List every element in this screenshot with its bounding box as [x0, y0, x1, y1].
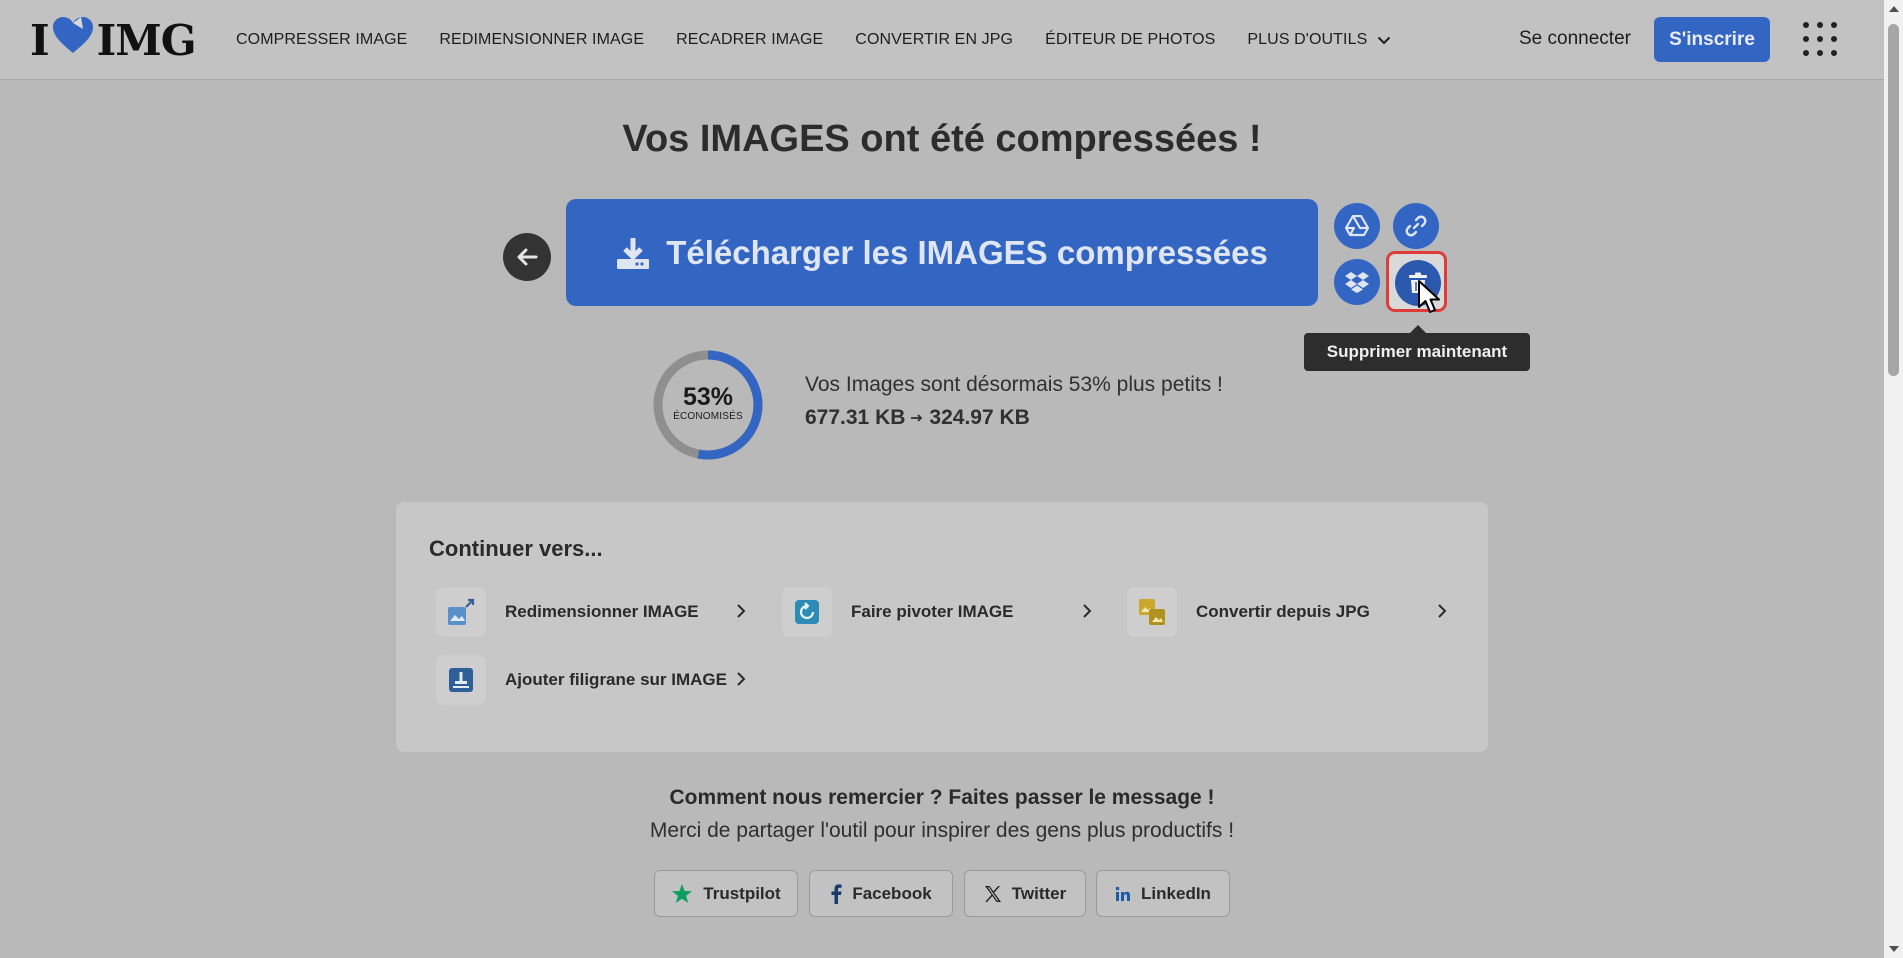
- login-link[interactable]: Se connecter: [1519, 28, 1631, 50]
- savings-sub-label: ÉCONOMISÉS: [673, 411, 743, 422]
- download-icon: [616, 236, 650, 270]
- share-linkedin-button[interactable]: LinkedIn: [1096, 870, 1230, 917]
- download-compressed-button[interactable]: Télécharger les IMAGES compressées: [566, 199, 1318, 306]
- nav-compress-image[interactable]: COMPRESSER IMAGE: [236, 31, 407, 49]
- dropbox-button[interactable]: [1334, 259, 1380, 305]
- facebook-icon: [830, 883, 842, 904]
- share-twitter-button[interactable]: Twitter: [964, 870, 1086, 917]
- logo-text-right: IMG: [96, 15, 197, 65]
- page-title: Vos IMAGES ont été compressées !: [622, 118, 1262, 160]
- arrow-right-icon: [911, 414, 923, 422]
- continue-convert-from-jpg[interactable]: Convertir depuis JPG: [1127, 586, 1457, 638]
- iloveimg-logo[interactable]: I IMG: [30, 15, 197, 65]
- resize-icon: [436, 587, 486, 637]
- delete-tooltip: Supprimer maintenant: [1304, 325, 1530, 371]
- linkedin-icon: [1115, 886, 1131, 902]
- savings-message: Vos Images sont désormais 53% plus petit…: [805, 373, 1223, 396]
- size-after: 324.97 KB: [929, 406, 1030, 429]
- savings-percent-block: 53% ÉCONOMISÉS: [652, 383, 764, 422]
- size-comparison: 677.31 KB 324.97 KB: [805, 406, 1030, 430]
- link-icon: [1405, 215, 1427, 237]
- share-subtitle: Merci de partager l'outil pour inspirer …: [649, 819, 1235, 842]
- copy-link-button[interactable]: [1393, 203, 1439, 249]
- nav-more-tools[interactable]: PLUS D'OUTILS: [1247, 31, 1391, 49]
- continue-resize-image[interactable]: Redimensionner IMAGE: [436, 586, 746, 638]
- google-drive-button[interactable]: [1334, 203, 1380, 249]
- nav-label: RECADRER IMAGE: [676, 31, 824, 48]
- nav-label: COMPRESSER IMAGE: [236, 31, 408, 48]
- page-scrollbar[interactable]: [1884, 0, 1903, 958]
- convert-icon: [1127, 587, 1177, 637]
- tool-label: Convertir depuis JPG: [1196, 602, 1370, 621]
- tool-label: Redimensionner IMAGE: [505, 602, 699, 621]
- nav-photo-editor[interactable]: ÉDITEUR DE PHOTOS: [1045, 31, 1215, 49]
- nav-crop-image[interactable]: RECADRER IMAGE: [676, 31, 823, 49]
- chevron-right-icon: [1437, 603, 1447, 619]
- share-facebook-button[interactable]: Facebook: [809, 870, 953, 917]
- savings-percent: 53%: [682, 383, 734, 411]
- tool-label: Ajouter filigrane sur IMAGE: [505, 670, 727, 689]
- nav-label: CONVERTIR EN JPG: [855, 31, 1014, 48]
- share-trustpilot-button[interactable]: Trustpilot: [654, 870, 798, 917]
- share-label: Facebook: [852, 883, 932, 903]
- logo-text-left: I: [30, 15, 50, 65]
- arrow-left-icon: [517, 248, 538, 266]
- size-before: 677.31 KB: [805, 406, 906, 429]
- dropbox-icon: [1345, 272, 1369, 293]
- apps-grid-icon[interactable]: [1803, 22, 1837, 56]
- nav-label: PLUS D'OUTILS: [1247, 31, 1368, 48]
- nav-label: REDIMENSIONNER IMAGE: [439, 31, 645, 48]
- mouse-pointer-icon: [1417, 279, 1445, 320]
- nav-resize-image[interactable]: REDIMENSIONNER IMAGE: [439, 31, 644, 49]
- nav-convert-to-jpg[interactable]: CONVERTIR EN JPG: [855, 31, 1013, 49]
- chevron-down-icon: [1377, 36, 1391, 45]
- main-nav: COMPRESSER IMAGE REDIMENSIONNER IMAGE RE…: [236, 0, 1423, 80]
- share-label: Twitter: [1011, 883, 1067, 903]
- google-drive-icon: [1345, 215, 1369, 237]
- signup-button[interactable]: S'inscrire: [1654, 17, 1770, 62]
- scroll-up-arrow-icon[interactable]: [1889, 6, 1899, 12]
- share-label: LinkedIn: [1141, 883, 1211, 903]
- chevron-right-icon: [736, 671, 746, 687]
- continue-title: Continuer vers...: [429, 536, 603, 561]
- continue-panel: Continuer vers... Redimensionner IMAGE F…: [396, 502, 1488, 752]
- chevron-right-icon: [1082, 603, 1092, 619]
- share-label: Trustpilot: [703, 883, 781, 903]
- download-label: Télécharger les IMAGES compressées: [666, 233, 1268, 271]
- rotate-icon: [782, 587, 832, 637]
- tool-label: Faire pivoter IMAGE: [851, 602, 1014, 621]
- continue-add-watermark[interactable]: Ajouter filigrane sur IMAGE: [436, 654, 766, 706]
- continue-rotate-image[interactable]: Faire pivoter IMAGE: [782, 586, 1092, 638]
- heart-logo-icon: [51, 15, 95, 65]
- back-button[interactable]: [503, 233, 551, 281]
- nav-label: ÉDITEUR DE PHOTOS: [1045, 31, 1216, 48]
- watermark-icon: [436, 655, 486, 705]
- scrollbar-thumb[interactable]: [1888, 24, 1899, 376]
- top-navbar: I IMG COMPRESSER IMAGE REDIMENSIONNER IM…: [0, 0, 1884, 80]
- share-title: Comment nous remercier ? Faites passer l…: [669, 786, 1215, 809]
- scroll-down-arrow-icon[interactable]: [1889, 946, 1899, 952]
- x-twitter-icon: [984, 885, 1002, 903]
- chevron-right-icon: [736, 603, 746, 619]
- star-icon: [671, 883, 693, 905]
